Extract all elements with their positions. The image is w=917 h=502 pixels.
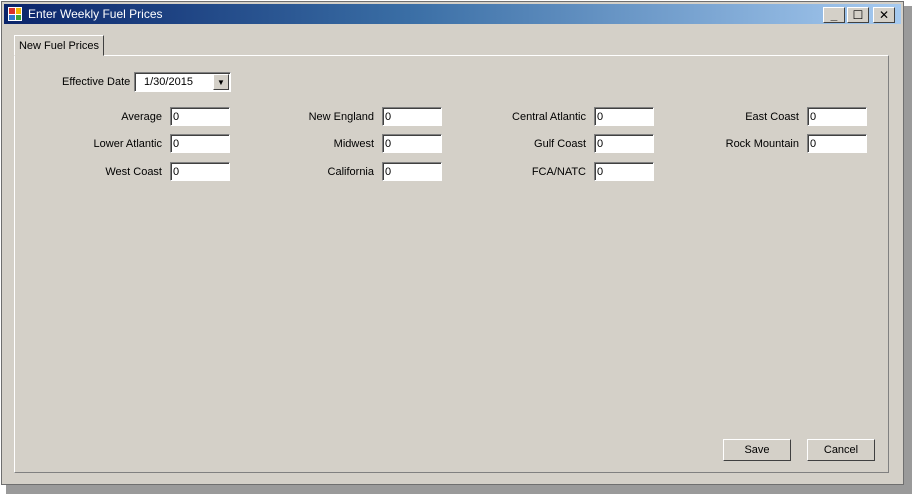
- gulf-coast-input[interactable]: [594, 134, 654, 153]
- close-button[interactable]: ✕: [873, 7, 895, 23]
- new-england-label: New England: [308, 111, 374, 123]
- midwest-input[interactable]: [382, 134, 442, 153]
- maximize-icon: ☐: [852, 8, 864, 22]
- central-atlantic-input[interactable]: [594, 107, 654, 126]
- cancel-button[interactable]: Cancel: [807, 439, 875, 461]
- save-button[interactable]: Save: [723, 439, 791, 461]
- cancel-button-label: Cancel: [823, 444, 859, 456]
- east-coast-input[interactable]: [807, 107, 867, 126]
- average-input[interactable]: [170, 107, 230, 126]
- gulf-coast-label: Gulf Coast: [534, 138, 586, 150]
- title-bar[interactable]: Enter Weekly Fuel Prices _ ☐ ✕: [4, 4, 901, 24]
- save-button-label: Save: [744, 444, 770, 456]
- fca-natc-input[interactable]: [594, 162, 654, 181]
- midwest-label: Midwest: [333, 138, 374, 150]
- east-coast-label: East Coast: [745, 111, 799, 123]
- effective-date-picker[interactable]: 1/30/2015 ▼: [134, 72, 231, 92]
- effective-date-value: 1/30/2015: [144, 76, 193, 88]
- central-atlantic-label: Central Atlantic: [512, 111, 586, 123]
- lower-atlantic-label: Lower Atlantic: [93, 138, 162, 150]
- new-england-input[interactable]: [382, 107, 442, 126]
- window-title: Enter Weekly Fuel Prices: [28, 7, 163, 21]
- rock-mountain-label: Rock Mountain: [725, 138, 799, 150]
- rock-mountain-input[interactable]: [807, 134, 867, 153]
- maximize-button[interactable]: ☐: [847, 7, 869, 23]
- lower-atlantic-input[interactable]: [170, 134, 230, 153]
- minimize-button[interactable]: _: [823, 7, 845, 23]
- chevron-down-icon: ▼: [217, 77, 225, 87]
- california-label: California: [327, 166, 374, 178]
- fca-natc-label: FCA/NATC: [531, 166, 586, 178]
- app-icon: [8, 7, 22, 21]
- average-label: Average: [121, 111, 162, 123]
- california-input[interactable]: [382, 162, 442, 181]
- close-icon: ✕: [878, 8, 890, 22]
- west-coast-label: West Coast: [105, 166, 162, 178]
- minimize-icon: _: [830, 8, 838, 22]
- effective-date-label: Effective Date: [62, 76, 131, 88]
- west-coast-input[interactable]: [170, 162, 230, 181]
- date-dropdown-button[interactable]: ▼: [213, 74, 229, 90]
- tab-new-fuel-prices[interactable]: New Fuel Prices: [14, 35, 104, 56]
- tab-label: New Fuel Prices: [18, 39, 100, 52]
